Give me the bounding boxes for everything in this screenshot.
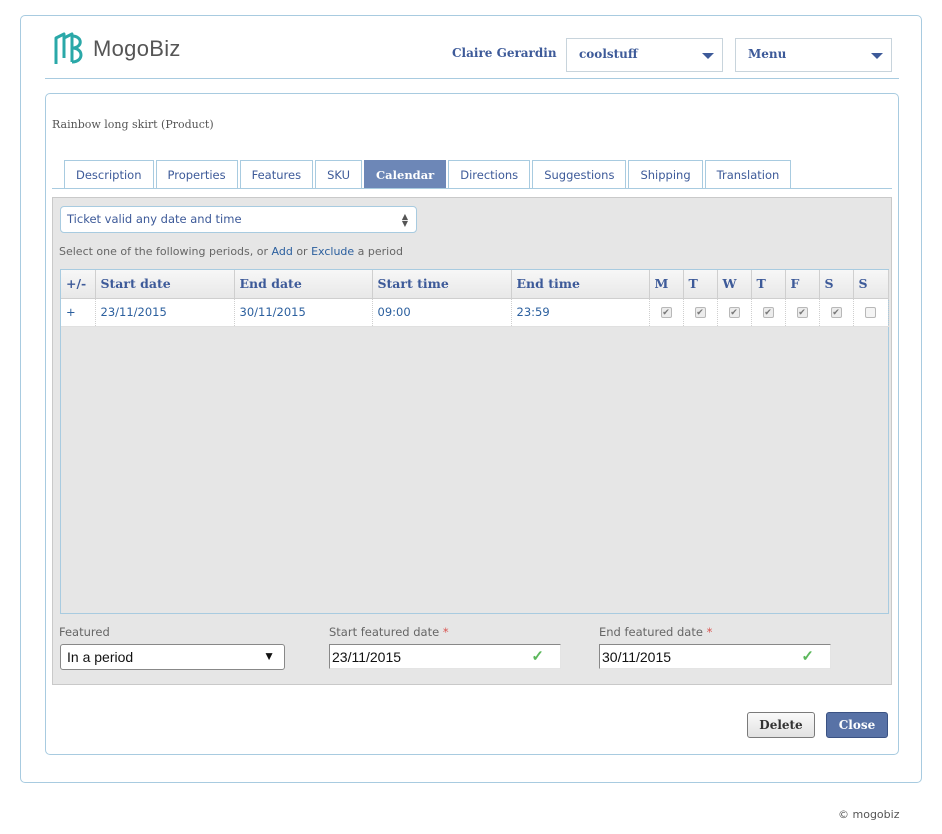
start-featured-date-value: 23/11/2015 [332,649,402,665]
cell-day-mon: ✔ [649,298,684,327]
tab-directions[interactable]: Directions [448,160,531,188]
col-day-mon: M [649,270,684,299]
cell-end-date[interactable]: 30/11/2015 [234,298,373,327]
store-select-value: coolstuff [579,47,638,61]
product-panel: Rainbow long skirt (Product) Description… [45,93,899,755]
cell-day-wed: ✔ [717,298,752,327]
cell-day-tue: ✔ [683,298,718,327]
store-select[interactable]: coolstuff [566,38,723,72]
cell-day-sun [853,298,889,327]
validity-select-value: Ticket valid any date and time [67,212,242,226]
tab-description[interactable]: Description [64,160,154,188]
day-checkbox[interactable]: ✔ [796,307,808,318]
featured-select-value: In a period [67,649,134,665]
col-day-fri: F [785,270,820,299]
periods-table: +/- Start date End date Start time End t… [61,270,889,327]
cell-start-date[interactable]: 23/11/2015 [95,298,235,327]
cell-start-time[interactable]: 09:00 [372,298,512,327]
col-end-date[interactable]: End date [234,270,373,299]
brand-name: MogoBiz [93,36,181,61]
day-checkbox[interactable]: ✔ [762,307,774,318]
tab-shipping[interactable]: Shipping [628,160,703,188]
checkmark-icon: ✓ [531,648,544,665]
required-mark: * [442,625,449,639]
triangle-down-icon: ▼ [263,649,275,663]
end-featured-label: End featured date * [599,625,712,639]
start-featured-label: Start featured date * [329,625,449,639]
featured-select[interactable]: In a period ▼ [60,644,285,670]
hint-suffix: a period [357,245,403,258]
periods-grid: +/- Start date End date Start time End t… [60,269,889,614]
col-day-wed: W [717,270,752,299]
col-day-sun: S [853,270,889,299]
close-button[interactable]: Close [826,712,888,738]
col-day-sat: S [819,270,854,299]
tab-suggestions[interactable]: Suggestions [532,160,627,188]
tab-sku[interactable]: SKU [315,160,363,188]
col-start-time[interactable]: Start time [372,270,512,299]
mogobiz-logo[interactable]: MogoBiz [52,32,181,66]
chevron-down-icon [871,53,883,59]
col-toggle[interactable]: +/- [61,270,96,299]
main-window: MogoBiz Claire Gerardin coolstuff Menu R… [20,15,922,783]
menu-select[interactable]: Menu [735,38,892,72]
table-row[interactable]: + 23/11/2015 30/11/2015 09:00 23:59 ✔ ✔ … [61,298,889,327]
checkmark-icon: ✓ [801,648,814,665]
start-featured-label-text: Start featured date [329,625,440,639]
chevron-down-icon [702,53,714,59]
exclude-period-link[interactable]: Exclude [311,245,354,258]
user-name[interactable]: Claire Gerardin [452,46,557,60]
day-checkbox[interactable]: ✔ [830,307,842,318]
col-start-date[interactable]: Start date [95,270,235,299]
tabs-divider [52,188,892,189]
row-toggle[interactable]: + [61,298,96,327]
col-day-tue: T [683,270,718,299]
hint-prefix: Select one of the following periods, or [59,245,269,258]
header-divider [45,78,899,79]
updown-arrows-icon: ▲ ▼ [401,212,408,228]
cell-end-time[interactable]: 23:59 [511,298,650,327]
product-title: Rainbow long skirt (Product) [52,118,214,131]
day-checkbox[interactable]: ✔ [694,307,706,318]
tab-properties[interactable]: Properties [155,160,238,188]
featured-label-text: Featured [59,625,110,639]
col-end-time[interactable]: End time [511,270,650,299]
cell-day-fri: ✔ [785,298,820,327]
add-period-link[interactable]: Add [272,245,293,258]
hint-or: or [296,245,308,258]
end-featured-label-text: End featured date [599,625,703,639]
day-checkbox[interactable]: ✔ [728,307,740,318]
menu-select-value: Menu [748,47,787,61]
mogobiz-logo-icon [54,32,83,64]
calendar-panel: Ticket valid any date and time ▲ ▼ Select… [52,197,892,685]
end-featured-date-input[interactable]: 30/11/2015 ✓ [599,644,831,669]
cell-day-sat: ✔ [819,298,854,327]
copyright: © mogobiz [838,808,900,821]
delete-button[interactable]: Delete [747,712,815,738]
tab-features[interactable]: Features [239,160,314,188]
tab-bar: Description Properties Features SKU Cale… [64,160,793,188]
table-header-row: +/- Start date End date Start time End t… [61,270,889,299]
col-day-thu: T [751,270,786,299]
cell-day-thu: ✔ [751,298,786,327]
required-mark: * [706,625,713,639]
tab-calendar[interactable]: Calendar [364,160,447,188]
validity-select[interactable]: Ticket valid any date and time ▲ ▼ [60,206,417,233]
tab-translation[interactable]: Translation [704,160,792,188]
start-featured-date-input[interactable]: 23/11/2015 ✓ [329,644,561,669]
featured-label: Featured [59,625,110,639]
day-checkbox[interactable] [865,307,876,318]
day-checkbox[interactable]: ✔ [660,307,672,318]
period-hint: Select one of the following periods, or … [59,245,403,258]
end-featured-date-value: 30/11/2015 [602,649,672,665]
